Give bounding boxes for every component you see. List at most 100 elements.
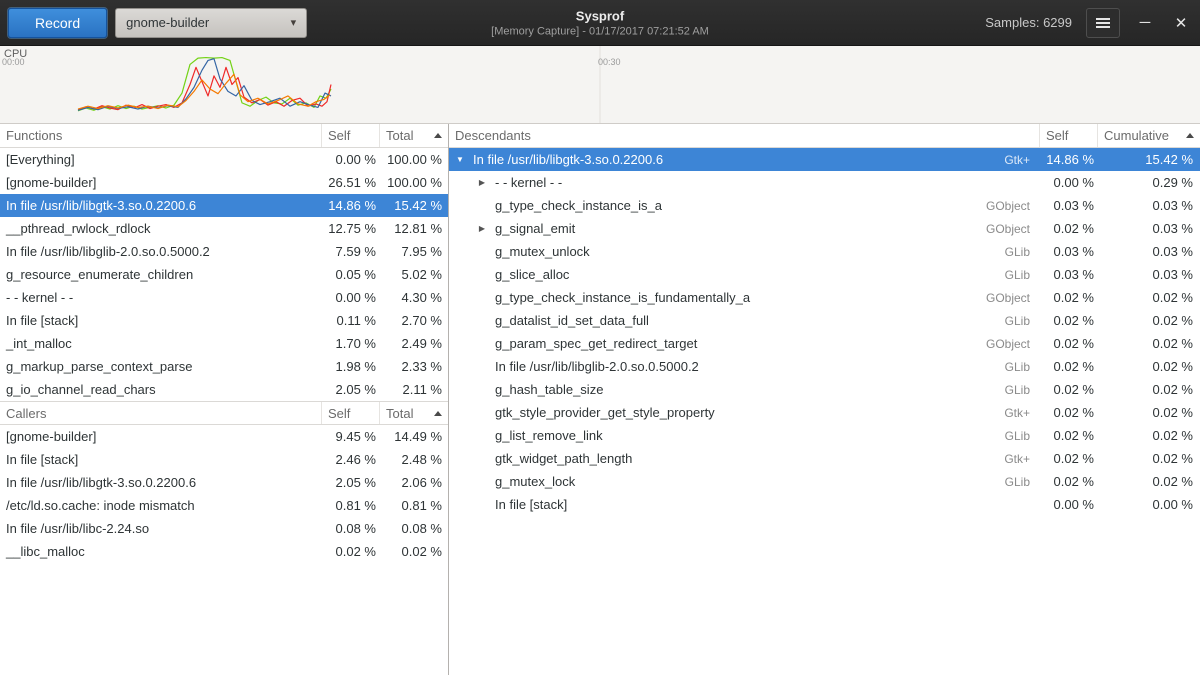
- function-name: In file /usr/lib/libc-2.24.so: [0, 521, 322, 536]
- sysprof-window: Record gnome-builder ▾ Sysprof [Memory C…: [0, 0, 1200, 675]
- self-percent: 0.00 %: [1040, 175, 1098, 190]
- cpu-series-cpu3: [78, 74, 330, 109]
- table-row[interactable]: __libc_malloc0.02 %0.02 %: [0, 540, 448, 563]
- callers-table: Callers Self Total [gnome-builder]9.45 %…: [0, 401, 448, 563]
- self-percent: 0.02 %: [1040, 290, 1098, 305]
- table-row[interactable]: In file /usr/lib/libglib-2.0.so.0.5000.2…: [449, 355, 1200, 378]
- function-name: [gnome-builder]: [0, 175, 322, 190]
- table-row[interactable]: g_list_remove_linkGLib0.02 %0.02 %: [449, 424, 1200, 447]
- cumulative-percent: 0.02 %: [1098, 428, 1200, 443]
- column-header-label: Self: [328, 128, 350, 143]
- function-name: In file /usr/lib/libgtk-3.so.0.2200.6: [467, 152, 1004, 167]
- table-row[interactable]: In file /usr/lib/libc-2.24.so0.08 %0.08 …: [0, 517, 448, 540]
- expander-open-icon[interactable]: ▼: [453, 155, 467, 164]
- table-row[interactable]: In file [stack]0.11 %2.70 %: [0, 309, 448, 332]
- self-percent: 2.46 %: [322, 452, 380, 467]
- function-name: g_list_remove_link: [489, 428, 1005, 443]
- column-header-total[interactable]: Total: [380, 402, 448, 424]
- library-label: GObject: [986, 199, 1040, 213]
- table-row[interactable]: g_mutex_unlockGLib0.03 %0.03 %: [449, 240, 1200, 263]
- function-name: [gnome-builder]: [0, 429, 322, 444]
- record-button[interactable]: Record: [8, 8, 107, 38]
- self-percent: 0.02 %: [1040, 336, 1098, 351]
- table-row[interactable]: g_resource_enumerate_children0.05 %5.02 …: [0, 263, 448, 286]
- function-name: - - kernel - -: [489, 175, 1030, 190]
- column-header-functions[interactable]: Functions: [0, 124, 322, 147]
- main-content: Functions Self Total [Everything]0.00 %1…: [0, 124, 1200, 675]
- table-row[interactable]: __pthread_rwlock_rdlock12.75 %12.81 %: [0, 217, 448, 240]
- expander-closed-icon[interactable]: ▶: [475, 224, 489, 233]
- column-header-cumulative[interactable]: Cumulative: [1098, 124, 1200, 147]
- column-header-self[interactable]: Self: [322, 402, 380, 424]
- table-row[interactable]: g_hash_table_sizeGLib0.02 %0.02 %: [449, 378, 1200, 401]
- table-row[interactable]: In file [stack]2.46 %2.48 %: [0, 448, 448, 471]
- table-row[interactable]: ▼In file /usr/lib/libgtk-3.so.0.2200.6Gt…: [449, 148, 1200, 171]
- table-row[interactable]: _int_malloc1.70 %2.49 %: [0, 332, 448, 355]
- function-name: _int_malloc: [0, 336, 322, 351]
- total-percent: 5.02 %: [380, 267, 448, 282]
- table-row[interactable]: g_slice_allocGLib0.03 %0.03 %: [449, 263, 1200, 286]
- table-row[interactable]: gtk_widget_path_lengthGtk+0.02 %0.02 %: [449, 447, 1200, 470]
- minimize-button[interactable]: ─: [1134, 12, 1156, 34]
- self-percent: 0.02 %: [1040, 428, 1098, 443]
- column-header-callers[interactable]: Callers: [0, 402, 322, 424]
- self-percent: 14.86 %: [322, 198, 380, 213]
- table-row[interactable]: g_type_check_instance_is_fundamentally_a…: [449, 286, 1200, 309]
- expander-closed-icon[interactable]: ▶: [475, 178, 489, 187]
- table-row[interactable]: - - kernel - -0.00 %4.30 %: [0, 286, 448, 309]
- sort-indicator-icon: [1186, 133, 1194, 138]
- table-row[interactable]: gtk_style_provider_get_style_propertyGtk…: [449, 401, 1200, 424]
- cpu-graph[interactable]: CPU 00:00 00:30: [0, 46, 1200, 124]
- table-row[interactable]: g_markup_parse_context_parse1.98 %2.33 %: [0, 355, 448, 378]
- function-name: g_markup_parse_context_parse: [0, 359, 322, 374]
- table-row[interactable]: ▶g_signal_emitGObject0.02 %0.03 %: [449, 217, 1200, 240]
- sort-indicator-icon: [434, 411, 442, 416]
- column-header-descendants[interactable]: Descendants: [449, 124, 1040, 147]
- library-label: GLib: [1005, 268, 1040, 282]
- callers-rows: [gnome-builder]9.45 %14.49 %In file [sta…: [0, 425, 448, 563]
- app-title: Sysprof: [491, 8, 709, 23]
- cumulative-percent: 0.02 %: [1098, 313, 1200, 328]
- table-row[interactable]: [gnome-builder]9.45 %14.49 %: [0, 425, 448, 448]
- column-header-total[interactable]: Total: [380, 124, 448, 147]
- table-row[interactable]: In file /usr/lib/libgtk-3.so.0.2200.614.…: [0, 194, 448, 217]
- table-row[interactable]: [gnome-builder]26.51 %100.00 %: [0, 171, 448, 194]
- function-name: g_resource_enumerate_children: [0, 267, 322, 282]
- table-row[interactable]: In file [stack]0.00 %0.00 %: [449, 493, 1200, 516]
- table-row[interactable]: /etc/ld.so.cache: inode mismatch0.81 %0.…: [0, 494, 448, 517]
- function-name: g_mutex_unlock: [489, 244, 1005, 259]
- table-row[interactable]: g_type_check_instance_is_aGObject0.03 %0…: [449, 194, 1200, 217]
- menu-button[interactable]: [1086, 8, 1120, 38]
- self-percent: 12.75 %: [322, 221, 380, 236]
- function-name: g_hash_table_size: [489, 382, 1005, 397]
- self-percent: 0.02 %: [1040, 221, 1098, 236]
- header-bar: Record gnome-builder ▾ Sysprof [Memory C…: [0, 0, 1200, 46]
- table-row[interactable]: g_mutex_lockGLib0.02 %0.02 %: [449, 470, 1200, 493]
- close-button[interactable]: ✕: [1170, 12, 1192, 34]
- table-row[interactable]: [Everything]0.00 %100.00 %: [0, 148, 448, 171]
- table-row[interactable]: In file /usr/lib/libglib-2.0.so.0.5000.2…: [0, 240, 448, 263]
- cumulative-percent: 0.02 %: [1098, 405, 1200, 420]
- cumulative-percent: 0.03 %: [1098, 198, 1200, 213]
- self-percent: 2.05 %: [322, 382, 380, 397]
- function-name: gtk_style_provider_get_style_property: [489, 405, 1004, 420]
- cpu-series-cpu1: [78, 67, 331, 109]
- self-percent: 14.86 %: [1040, 152, 1098, 167]
- self-percent: 1.98 %: [322, 359, 380, 374]
- table-row[interactable]: g_param_spec_get_redirect_targetGObject0…: [449, 332, 1200, 355]
- self-percent: 0.00 %: [322, 152, 380, 167]
- column-header-self[interactable]: Self: [1040, 124, 1098, 147]
- process-selector[interactable]: gnome-builder ▾: [115, 8, 307, 38]
- table-row[interactable]: ▶- - kernel - -0.00 %0.29 %: [449, 171, 1200, 194]
- function-name: /etc/ld.so.cache: inode mismatch: [0, 498, 322, 513]
- library-label: GLib: [1005, 360, 1040, 374]
- total-percent: 7.95 %: [380, 244, 448, 259]
- column-header-self[interactable]: Self: [322, 124, 380, 147]
- self-percent: 0.03 %: [1040, 267, 1098, 282]
- self-percent: 0.08 %: [322, 521, 380, 536]
- table-row[interactable]: g_io_channel_read_chars2.05 %2.11 %: [0, 378, 448, 401]
- library-label: GLib: [1005, 429, 1040, 443]
- table-row[interactable]: In file /usr/lib/libgtk-3.so.0.2200.62.0…: [0, 471, 448, 494]
- self-percent: 0.02 %: [1040, 451, 1098, 466]
- table-row[interactable]: g_datalist_id_set_data_fullGLib0.02 %0.0…: [449, 309, 1200, 332]
